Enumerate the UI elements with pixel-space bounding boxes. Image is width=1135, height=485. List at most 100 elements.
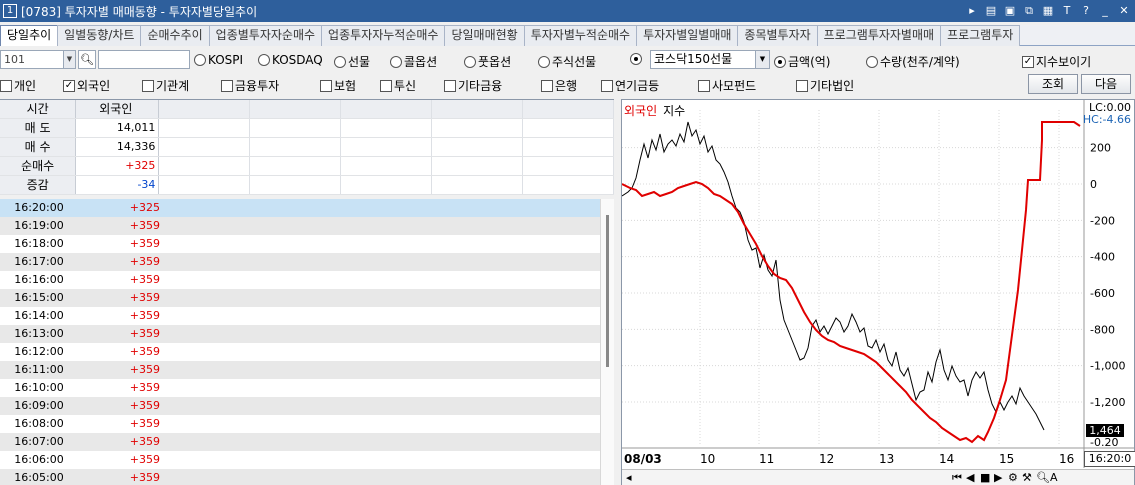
menu-icon[interactable]: ▤ [984,3,998,18]
checkbox-investment-trust[interactable]: 투신 [380,77,416,94]
list-row[interactable]: 16:08:00 +359 [0,415,600,433]
trend-chart[interactable]: 200 0 -200 -400 -600 -800 -1,000 -1,200 -0.20 외국… [621,99,1135,485]
close-icon[interactable]: ✕ [1117,3,1131,18]
list-row[interactable]: 16:06:00 +359 [0,451,600,469]
row-value: +359 [129,471,160,484]
y-tick-label: -1,200 [1090,396,1125,409]
radio-kosdaq150[interactable] [630,53,644,65]
zoom-icon[interactable]: 🔍︎ [1036,471,1050,484]
checkbox-insurance[interactable]: 보험 [320,77,356,94]
legend-index: 지수 [663,104,686,118]
arrow-right-icon[interactable]: ▸ [965,3,979,18]
row-value: +359 [129,291,160,304]
checkbox-foreign[interactable]: ✓ 외국인 [63,77,110,94]
row-value: +359 [129,309,160,322]
radio-amount[interactable]: 금액(억) [774,53,830,70]
tab-net-buy-trend[interactable]: 순매수추이 [140,25,210,46]
list-scrollbar[interactable] [600,199,614,485]
checkbox-financial-investment[interactable]: 금융투자 [221,77,279,94]
radio-dot [464,55,476,68]
link-icon[interactable]: ⧉ [1022,3,1036,18]
list-row[interactable]: 16:12:00 +359 [0,343,600,361]
radio-quantity[interactable]: 수량(천주/계약) [866,53,960,70]
font-icon[interactable]: A [1050,471,1058,484]
tab-daily-chart[interactable]: 일별동향/차트 [57,25,142,46]
radio-call-option[interactable]: 콜옵션 [390,53,437,70]
checkbox-individual[interactable]: 개인 [0,77,36,94]
query-button[interactable]: 조회 [1028,74,1078,94]
settings-icon[interactable]: ⚙ [1008,471,1018,484]
tab-sector-cumulative[interactable]: 업종투자자누적순매수 [321,25,446,46]
next-icon[interactable]: ▶ [994,471,1002,484]
summary-table: 시간 외국인 매 도 14,011 매 수 14,336 순매수 +325 증감… [0,99,615,195]
name-field[interactable] [98,50,190,69]
list-row[interactable]: 16:10:00 +359 [0,379,600,397]
first-icon[interactable]: ⏮ [952,471,962,485]
radio-futures[interactable]: 선물 [334,53,370,70]
list-row[interactable]: 16:07:00 +359 [0,433,600,451]
text-icon[interactable]: T [1060,3,1074,18]
scrollbar-thumb[interactable] [606,215,609,367]
radio-kosdaq[interactable]: KOSDAQ [258,53,323,67]
tools-icon[interactable]: ⚒ [1022,471,1032,484]
list-row[interactable]: 16:16:00 +359 [0,271,600,289]
search-icon[interactable]: 🔍︎ [78,50,96,69]
list-row[interactable]: 16:17:00 +359 [0,253,600,271]
tab-program-more[interactable]: 프로그램투자 [940,25,1021,46]
summary-header-row: 시간 외국인 [0,100,615,119]
minimize-icon[interactable]: _ [1098,3,1112,18]
chevron-down-icon[interactable]: ▼ [63,51,75,68]
tab-sector-net-buy[interactable]: 업종별투자자순매수 [208,25,323,46]
list-row[interactable]: 16:05:00 +359 [0,469,600,485]
radio-put-option[interactable]: 풋옵션 [464,53,511,70]
list-row[interactable]: 16:14:00 +359 [0,307,600,325]
checkbox-institution[interactable]: 기관계 [142,77,189,94]
header-foreign: 외국인 [76,100,160,118]
tab-stock-investor[interactable]: 종목별투자자 [737,25,818,46]
row-time: 16:06:00 [14,453,64,466]
save-icon[interactable]: ▣ [1003,3,1017,18]
radio-kospi[interactable]: KOSPI [194,53,243,67]
radio-dot [390,55,402,68]
list-row[interactable]: 16:20:00 +325 [0,199,600,217]
list-row[interactable]: 16:09:00 +359 [0,397,600,415]
row-value: +359 [129,363,160,376]
radio-dot [630,53,642,65]
checkbox-other-financial[interactable]: 기타금융 [444,77,502,94]
checkbox-pension[interactable]: 연기금등 [601,77,659,94]
window-number-badge: 1 [3,4,17,18]
list-row[interactable]: 16:13:00 +359 [0,325,600,343]
scroll-left-icon[interactable]: ◂ [626,471,632,484]
tab-daily-trend[interactable]: 당일추이 [0,25,59,46]
list-row[interactable]: 16:11:00 +359 [0,361,600,379]
next-button[interactable]: 다음 [1081,74,1131,94]
tab-daily-trading[interactable]: 당일매매현황 [444,25,525,46]
tab-investor-cumulative[interactable]: 투자자별누적순매수 [523,25,638,46]
code-select[interactable]: 101 ▼ [0,50,76,69]
help-icon[interactable]: ? [1079,3,1093,18]
tab-investor-daily[interactable]: 투자자별일별매매 [636,25,739,46]
x-label-14: 14 [939,452,955,466]
chart-toolbar: ◂ ⏮ ◀ ■ ▶ ⚙ ⚒ 🔍︎ A [622,469,1134,485]
layout-icon[interactable]: ▦ [1041,3,1055,18]
futures-select[interactable]: 코스닥150선물 ▼ [650,50,770,69]
checkbox-private-fund[interactable]: 사모펀드 [698,77,756,94]
radio-stock-futures[interactable]: 주식선물 [538,53,596,70]
list-row[interactable]: 16:15:00 +359 [0,289,600,307]
checkbox-bank[interactable]: 은행 [541,77,577,94]
chevron-down-icon[interactable]: ▼ [755,51,769,68]
y-tick-label: -200 [1090,214,1115,227]
time-series-list[interactable]: 16:20:00 +325 16:19:00 +359 16:18:00 +359 16:1… [0,199,600,485]
tab-bar: 당일추이 일별동향/차트 순매수추이 업종별투자자순매수 업종투자자누적순매수 … [0,25,1135,46]
row-value: +325 [129,201,160,214]
prev-icon[interactable]: ◀ [966,471,974,484]
list-row[interactable]: 16:19:00 +359 [0,217,600,235]
stop-icon[interactable]: ■ [980,471,990,484]
checkbox-other-corp[interactable]: 기타법인 [796,77,854,94]
radio-dot [194,54,206,66]
tab-program-investor[interactable]: 프로그램투자자별매매 [816,25,942,46]
list-row[interactable]: 16:18:00 +359 [0,235,600,253]
show-index-checkbox[interactable]: ✓ 지수보이기 [1022,53,1091,70]
row-time: 16:13:00 [14,327,64,340]
row-time: 16:11:00 [14,363,64,376]
